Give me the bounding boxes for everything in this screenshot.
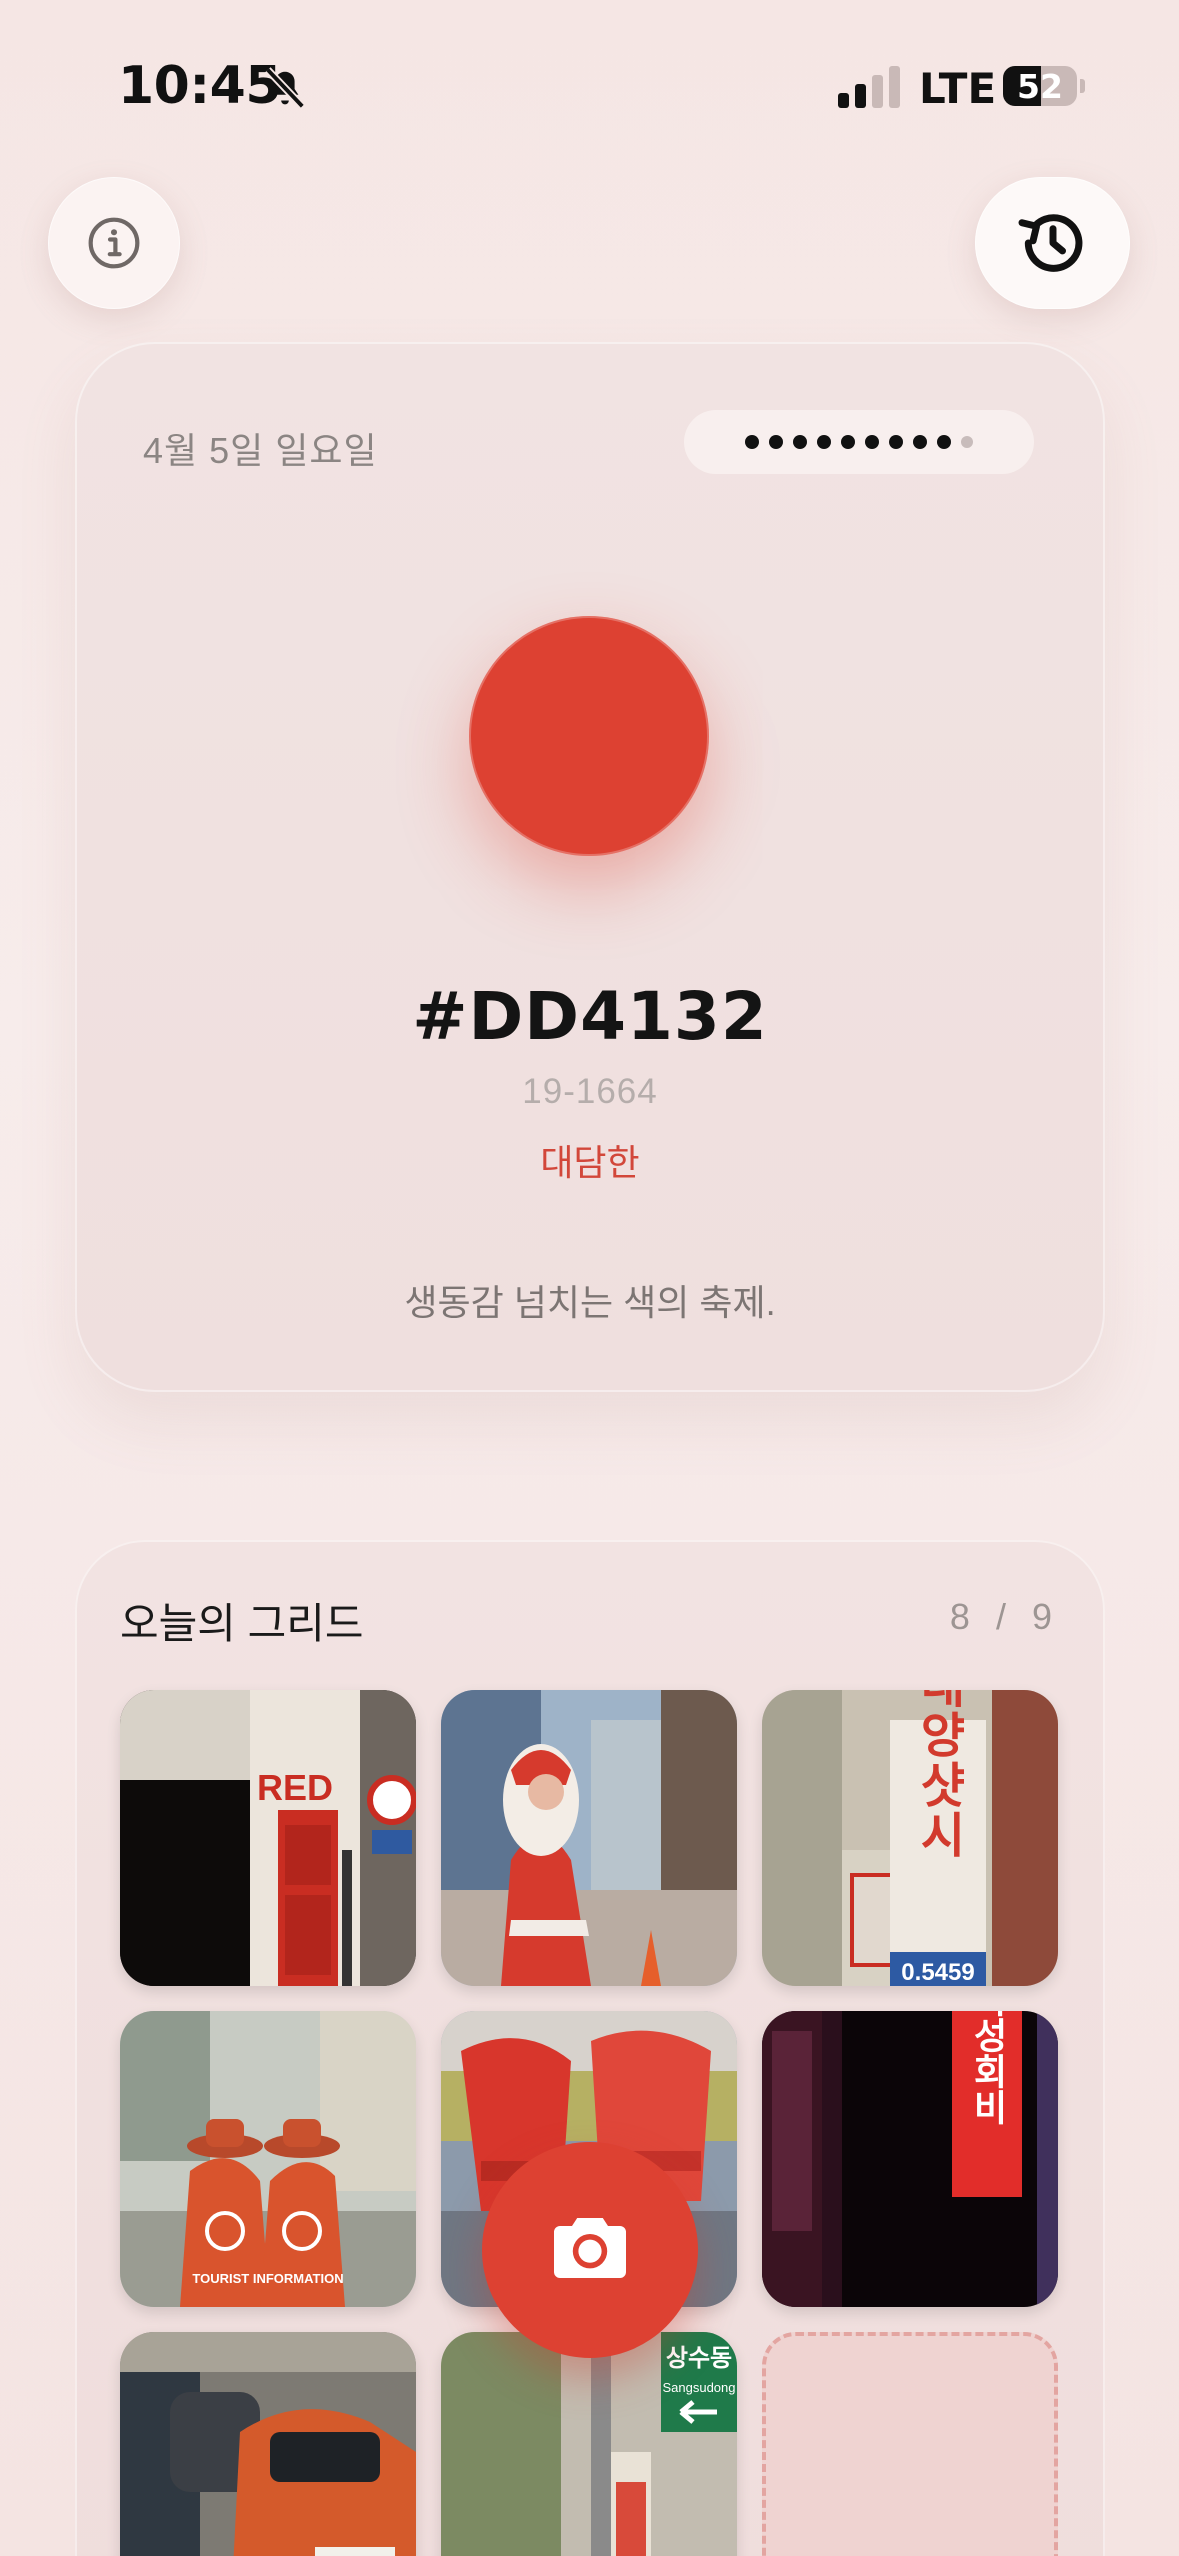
cellular-signal-icon	[838, 66, 900, 108]
history-clock-icon	[1017, 214, 1082, 272]
bell-slash-icon	[264, 67, 306, 109]
grid-photo-street-sign[interactable]: 상수동 Sangsudong	[441, 2332, 737, 2556]
pantone-code: 19-1664	[522, 1072, 658, 1111]
progress-dot	[913, 435, 927, 449]
grid-empty-slot[interactable]	[762, 2332, 1058, 2556]
photo-sign-phone: 0.5459	[901, 1959, 974, 1986]
camera-button[interactable]	[482, 2142, 698, 2358]
grid-count: 8 / 9	[950, 1596, 1060, 1638]
grid-photo-red-door[interactable]: RED	[120, 1690, 416, 1986]
grid-count-total: 9	[1031, 1596, 1060, 1637]
history-button[interactable]	[975, 177, 1130, 309]
photo-sign-neon: 육성회비	[967, 2011, 1008, 2125]
status-bar: 10:45 LTE 52	[0, 0, 1179, 175]
battery-indicator: 52	[1003, 66, 1077, 106]
signal-bar	[838, 93, 849, 108]
hex-code[interactable]: #DD4132	[75, 978, 1105, 1055]
daily-color-card[interactable]: 4월 5일 일요일 #DD4132 19-1664 대담한 생동감 넘치는 색의…	[75, 342, 1105, 1392]
camera-icon	[554, 2218, 626, 2278]
progress-dot	[793, 435, 807, 449]
signal-bar	[872, 75, 883, 108]
grid-count-separator: /	[995, 1596, 1014, 1637]
progress-dot	[817, 435, 831, 449]
photo-sign-red: RED	[257, 1767, 333, 1808]
today-grid-card: 오늘의 그리드 8 / 9 RED 태양샷시 0.5459 TOURIST IN…	[75, 1540, 1105, 2556]
status-time: 10:45	[118, 56, 282, 116]
progress-dots	[684, 410, 1034, 474]
photo-sign-tourist: TOURIST INFORMATION	[192, 2271, 343, 2286]
date-label: 4월 5일 일요일	[143, 430, 378, 471]
progress-dot	[745, 435, 759, 449]
progress-dot	[841, 435, 855, 449]
progress-dot	[865, 435, 879, 449]
progress-dot	[769, 435, 783, 449]
photo-sign-sangsudong-en: Sangsudong	[662, 2380, 735, 2395]
color-tagline: 생동감 넘치는 색의 축제.	[404, 1282, 776, 1323]
grid-count-filled: 8	[949, 1596, 978, 1637]
photo-sign-taeyang: 태양샷시	[910, 1690, 966, 1860]
battery-percent: 52	[1017, 67, 1063, 106]
mood-word: 대담한	[540, 1142, 640, 1183]
progress-dot	[961, 436, 973, 448]
color-swatch[interactable]	[469, 616, 709, 856]
grid-photo-neon-sign[interactable]: 육성회비	[762, 2011, 1058, 2307]
battery-nub	[1080, 79, 1085, 93]
signal-bar	[855, 84, 866, 108]
grid-photo-tourist-guides[interactable]: TOURIST INFORMATION	[120, 2011, 416, 2307]
network-type-label: LTE	[919, 64, 997, 113]
progress-dot	[937, 435, 951, 449]
grid-photo-korean-sign[interactable]: 태양샷시 0.5459	[762, 1690, 1058, 1986]
info-circle-icon	[88, 217, 140, 269]
progress-dot	[889, 435, 903, 449]
grid-title: 오늘의 그리드	[120, 1600, 364, 1647]
photo-sign-sangsudong: 상수동	[666, 2344, 732, 2372]
grid-photo-santa-statue[interactable]	[441, 1690, 737, 1986]
info-button[interactable]	[48, 177, 180, 309]
grid-photo-orange-car[interactable]	[120, 2332, 416, 2556]
signal-bar	[889, 66, 900, 108]
